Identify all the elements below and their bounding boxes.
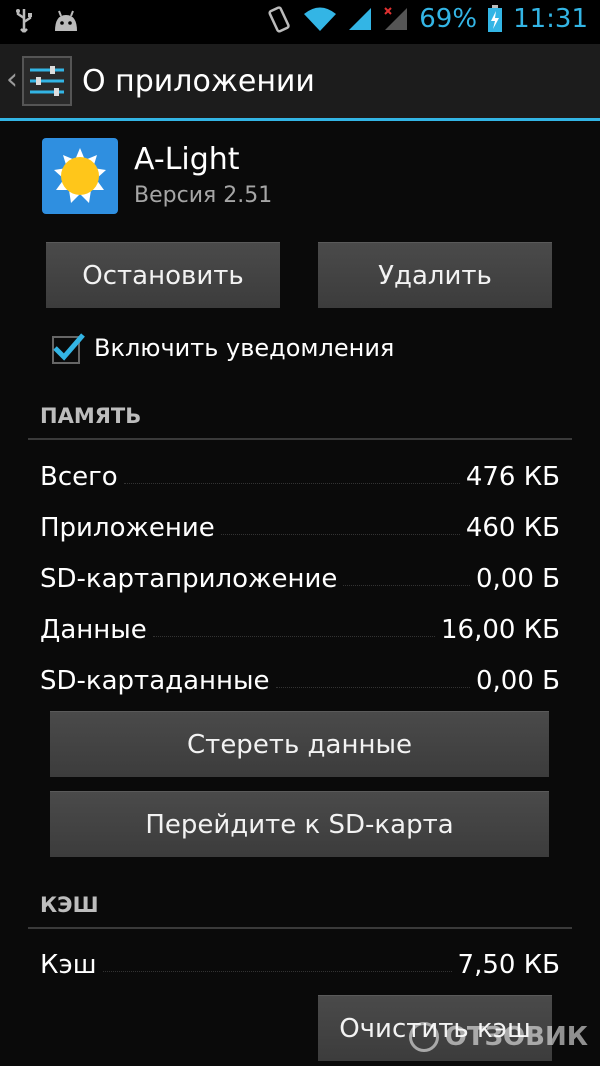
watermark-logo-icon (408, 1022, 439, 1052)
settings-sliders-icon[interactable] (22, 56, 72, 106)
cache-divider (28, 927, 572, 929)
status-time: 11:31 (513, 4, 588, 34)
row-label: Данные (40, 615, 147, 645)
status-right-icons: 69% 11:31 (267, 4, 588, 34)
notifications-checkbox[interactable] (52, 333, 85, 364)
row-label: SD-картаприложение (40, 564, 338, 594)
dotted-leader (275, 687, 470, 688)
vibrate-icon (268, 6, 291, 33)
dotted-leader (152, 636, 435, 637)
row-value: 460 КБ (465, 513, 560, 543)
battery-charging-icon (488, 5, 503, 32)
row-value: 476 КБ (465, 462, 560, 492)
uninstall-button[interactable]: Удалить (318, 242, 552, 308)
battery-percent: 69% (419, 4, 478, 34)
stop-button[interactable]: Остановить (46, 242, 280, 308)
memory-row-sd-app: SD-картаприложение 0,00 Б (40, 554, 560, 594)
action-bar-divider (0, 118, 600, 121)
memory-section-title: ПАМЯТЬ (40, 404, 142, 428)
row-label: SD-картаданные (40, 666, 270, 696)
wifi-icon (304, 7, 337, 31)
android-icon (55, 10, 77, 31)
back-caret-icon[interactable]: ‹ (6, 62, 18, 97)
dotted-leader (123, 483, 460, 484)
row-label: Приложение (40, 513, 215, 543)
dotted-leader (220, 534, 460, 535)
row-value: 0,00 Б (476, 564, 560, 594)
cache-section-title: КЭШ (40, 893, 99, 917)
memory-row-data: Данные 16,00 КБ (40, 605, 560, 645)
app-icon (42, 138, 118, 214)
memory-divider (28, 438, 572, 440)
usb-icon (16, 9, 32, 33)
memory-row-total: Всего 476 КБ (40, 452, 560, 492)
row-value: 0,00 Б (476, 666, 560, 696)
dotted-leader (343, 585, 470, 586)
watermark-text: ОТЗОВИК (444, 1022, 588, 1052)
app-version: Версия 2.51 (134, 183, 273, 208)
app-name: A-Light (134, 142, 240, 177)
memory-row-app: Приложение 460 КБ (40, 503, 560, 543)
page-title: О приложении (82, 64, 315, 99)
memory-row-sd-data: SD-картаданные 0,00 Б (40, 656, 560, 696)
watermark: ОТЗОВИК (408, 1022, 588, 1052)
signal-no-data-icon (384, 7, 408, 30)
move-to-sd-button[interactable]: Перейдите к SD-карта (50, 791, 549, 857)
signal-icon (349, 8, 372, 30)
checkmark-icon (53, 333, 85, 361)
sun-icon (54, 148, 106, 203)
status-bar: 69% 11:31 (0, 0, 600, 44)
row-value: 7,50 КБ (457, 950, 560, 980)
cache-row: Кэш 7,50 КБ (40, 940, 560, 980)
row-value: 16,00 КБ (441, 615, 560, 645)
clear-data-button[interactable]: Стереть данные (50, 711, 549, 777)
status-left-icons (14, 8, 80, 34)
notifications-label[interactable]: Включить уведомления (94, 334, 394, 362)
row-label: Кэш (40, 950, 97, 980)
dotted-leader (102, 971, 452, 972)
row-label: Всего (40, 462, 118, 492)
